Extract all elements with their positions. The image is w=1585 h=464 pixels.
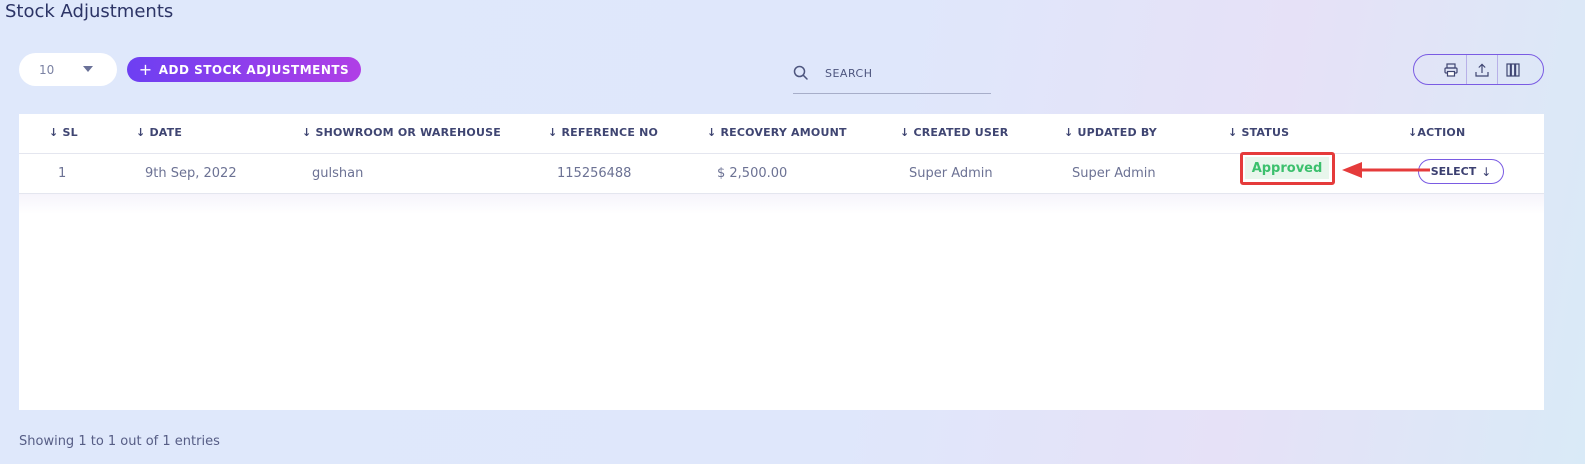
header-action[interactable]: ↓ACTION	[1408, 126, 1465, 139]
stock-adjustments-table: ↓ SL ↓ DATE ↓ SHOWROOM OR WAREHOUSE ↓ RE…	[19, 114, 1544, 410]
header-date[interactable]: ↓ DATE	[136, 126, 182, 139]
add-button-label: ADD STOCK ADJUSTMENTS	[158, 62, 350, 77]
search-input[interactable]: SEARCH	[793, 58, 991, 94]
header-reference[interactable]: ↓ REFERENCE NO	[548, 126, 658, 139]
annotation-arrow-icon	[1342, 162, 1430, 178]
row-divider-shadow	[19, 194, 1544, 214]
cell-recovery-amount: $ 2,500.00	[717, 166, 788, 181]
cell-created-user: Super Admin	[909, 166, 993, 181]
header-sl[interactable]: ↓ SL	[49, 126, 78, 139]
cell-date: 9th Sep, 2022	[145, 166, 237, 181]
pagination-info: Showing 1 to 1 out of 1 entries	[19, 434, 220, 449]
cell-showroom: gulshan	[312, 166, 364, 181]
cell-reference: 115256488	[557, 166, 632, 181]
print-icon	[1444, 62, 1458, 77]
columns-icon	[1506, 62, 1520, 77]
header-updated-by[interactable]: ↓ UPDATED BY	[1064, 126, 1157, 139]
cell-updated-by: Super Admin	[1072, 166, 1156, 181]
select-label: SELECT	[1430, 165, 1477, 178]
arrow-down-icon: ↓	[1481, 164, 1492, 179]
print-button[interactable]	[1436, 55, 1467, 84]
export-button[interactable]	[1467, 55, 1498, 84]
table-tools-group	[1413, 54, 1544, 85]
caret-down-icon	[83, 66, 93, 72]
page-title: Stock Adjustments	[5, 1, 174, 22]
table-header: ↓ SL ↓ DATE ↓ SHOWROOM OR WAREHOUSE ↓ RE…	[19, 114, 1544, 154]
header-showroom[interactable]: ↓ SHOWROOM OR WAREHOUSE	[302, 126, 501, 139]
per-page-select[interactable]: 10	[19, 53, 117, 86]
header-created-user[interactable]: ↓ CREATED USER	[900, 126, 1008, 139]
cell-sl: 1	[58, 166, 67, 181]
search-icon	[793, 65, 808, 80]
plus-icon: +	[138, 60, 153, 79]
header-recovery-amount[interactable]: ↓ RECOVERY AMOUNT	[707, 126, 847, 139]
per-page-value: 10	[39, 62, 55, 77]
search-placeholder: SEARCH	[825, 67, 873, 80]
status-badge: Approved	[1245, 157, 1329, 179]
add-stock-adjustments-button[interactable]: + ADD STOCK ADJUSTMENTS	[127, 57, 361, 82]
header-status[interactable]: ↓ STATUS	[1228, 126, 1289, 139]
export-icon	[1475, 62, 1489, 77]
columns-button[interactable]	[1498, 55, 1528, 84]
